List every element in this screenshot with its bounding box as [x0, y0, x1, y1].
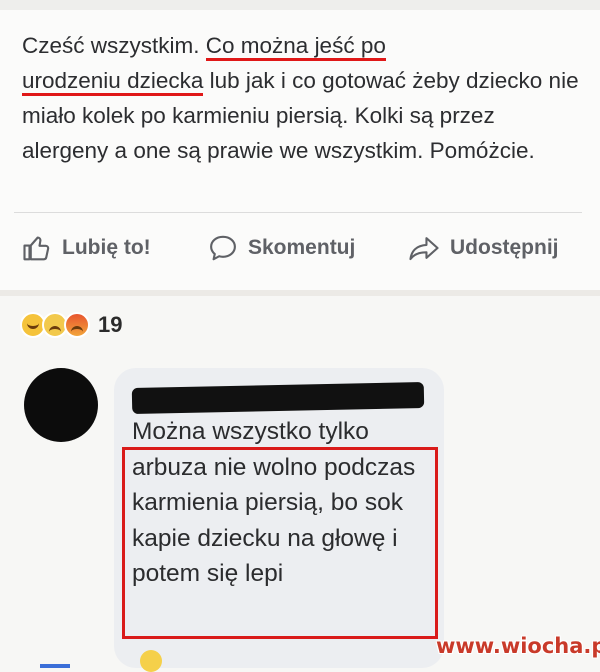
- post-text-underlined-2: urodzeniu dziecka: [22, 68, 204, 96]
- speech-bubble-icon: [210, 235, 236, 261]
- reactions-summary[interactable]: 19: [20, 308, 122, 342]
- partial-emoji-icon: [140, 650, 162, 672]
- like-button[interactable]: Lubię to!: [22, 226, 151, 270]
- section-gap: [0, 290, 600, 296]
- thumbs-up-icon: [23, 236, 50, 261]
- post-text-start: Cześć wszystkim.: [22, 33, 206, 58]
- comment-text: Można wszystko tylko arbuza nie wolno po…: [132, 418, 416, 587]
- comment-label: Skomentuj: [248, 236, 356, 259]
- divider: [14, 212, 582, 213]
- post-actions: Lubię to! Skomentuj Udostępnij: [0, 226, 600, 270]
- share-arrow-icon: [409, 237, 439, 261]
- angry-emoji-icon: [64, 312, 90, 338]
- share-button[interactable]: Udostępnij: [408, 226, 559, 270]
- like-label: Lubię to!: [62, 236, 151, 259]
- reaction-count: 19: [98, 312, 123, 337]
- watermark: www.wiocha.pl: [436, 634, 600, 658]
- commenter-avatar[interactable]: [24, 368, 98, 442]
- post-header-strip: [0, 0, 600, 10]
- post-card: Cześć wszystkim. Co można jeść po urodzen…: [0, 0, 600, 290]
- post-text: Cześć wszystkim. Co można jeść po urodzen…: [22, 28, 582, 168]
- post-text-underlined-1: Co można jeść po: [205, 33, 386, 61]
- comment-button[interactable]: Skomentuj: [208, 226, 355, 270]
- share-label: Udostępnij: [450, 236, 559, 259]
- partial-link-mark: [40, 664, 70, 668]
